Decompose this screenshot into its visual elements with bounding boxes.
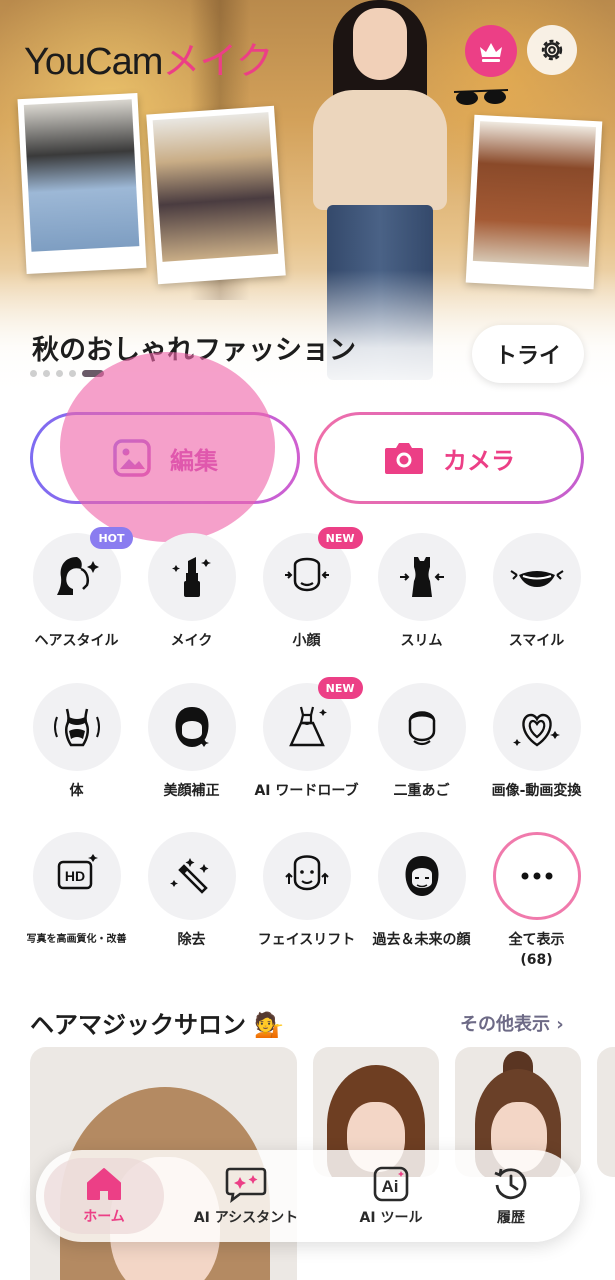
- new-badge: NEW: [317, 677, 363, 699]
- feature-ai-wardrobe[interactable]: NEW AI ワードローブ: [249, 677, 364, 801]
- svg-text:HD: HD: [64, 868, 84, 884]
- feature-slim[interactable]: スリム: [364, 533, 479, 651]
- feature-show-all[interactable]: 全て表示 (68): [479, 832, 594, 970]
- outfit-photo-3: [465, 114, 603, 290]
- camera-label: カメラ: [443, 446, 515, 475]
- body-slim-icon: [399, 557, 444, 597]
- hot-badge: HOT: [90, 527, 133, 549]
- nav-ai-tools[interactable]: Ai AI ツール: [336, 1150, 446, 1242]
- nav-history[interactable]: 履歴: [456, 1150, 566, 1242]
- magic-wand-icon: [169, 858, 208, 894]
- smile-icon: [509, 570, 564, 587]
- see-more-link[interactable]: その他表示 ›: [460, 1010, 564, 1036]
- face-slim-icon: [284, 557, 329, 592]
- double-chin-icon: [408, 711, 435, 746]
- tap-indicator: [60, 352, 275, 542]
- feature-hairstyle[interactable]: HOT ヘアスタイル: [19, 527, 134, 651]
- salon-card[interactable]: [597, 1047, 615, 1177]
- carousel-dot[interactable]: [43, 370, 50, 377]
- gear-icon: [541, 39, 563, 61]
- new-badge: NEW: [317, 527, 363, 549]
- photo-to-video-icon: [512, 713, 560, 747]
- nav-ai-assistant[interactable]: AI アシスタント: [181, 1150, 311, 1242]
- premium-button[interactable]: [465, 25, 517, 77]
- app-logo: YouCamメイク: [24, 41, 274, 83]
- aging-face-icon: [405, 856, 438, 896]
- hd-icon: HD: [57, 854, 98, 890]
- feature-beautify[interactable]: 美顔補正: [134, 683, 249, 801]
- nav-home[interactable]: ホーム: [44, 1150, 164, 1242]
- settings-button[interactable]: [527, 25, 577, 75]
- outfit-photo-2: [146, 105, 286, 285]
- feature-past-future-face[interactable]: 過去＆未来の顔: [364, 832, 479, 950]
- svg-text:Ai: Ai: [382, 1177, 399, 1196]
- feature-makeup[interactable]: メイク: [134, 533, 249, 651]
- face-lift-icon: [284, 855, 329, 891]
- camera-icon: [385, 443, 423, 474]
- crown-icon: [480, 43, 502, 62]
- sunglasses-icon: [453, 89, 509, 105]
- feature-face-lift[interactable]: フェイスリフト: [249, 832, 364, 950]
- carousel-indicator: [30, 370, 104, 377]
- try-button[interactable]: トライ: [472, 325, 584, 383]
- lipstick-icon: [171, 557, 211, 597]
- feature-hd-enhance[interactable]: HD 写真を高画質化・改善: [19, 832, 134, 950]
- carousel-dot[interactable]: [30, 370, 37, 377]
- hair-icon: [56, 557, 99, 595]
- outfit-photo-1: [17, 92, 147, 275]
- ai-tools-icon: Ai: [373, 1166, 409, 1202]
- carousel-dot[interactable]: [69, 370, 76, 377]
- home-icon: [87, 1168, 121, 1200]
- feature-photo-to-video[interactable]: 画像-動画変換: [479, 683, 594, 801]
- body-icon: [53, 708, 100, 747]
- salon-emoji: 💁: [254, 1011, 285, 1039]
- feature-double-chin[interactable]: 二重あご: [364, 683, 479, 801]
- dress-icon: [288, 706, 327, 747]
- feature-smile[interactable]: スマイル: [479, 533, 594, 651]
- beautify-icon: [175, 707, 209, 747]
- more-icon: [521, 872, 552, 880]
- feature-body[interactable]: 体: [19, 683, 134, 801]
- camera-button[interactable]: カメラ: [314, 412, 584, 504]
- bottom-nav: ホーム AI アシスタント Ai AI ツール 履歴: [36, 1150, 580, 1242]
- history-icon: [494, 1168, 527, 1200]
- feature-small-face[interactable]: NEW 小顔: [249, 527, 364, 651]
- feature-remove[interactable]: 除去: [134, 832, 249, 950]
- hero-banner[interactable]: YouCamメイク 秋のおしゃれファッション トライ: [0, 0, 615, 400]
- carousel-dot[interactable]: [56, 370, 63, 377]
- section-title-hair-salon: ヘアマジックサロン 💁: [30, 1011, 285, 1039]
- ai-assistant-icon: [225, 1167, 267, 1203]
